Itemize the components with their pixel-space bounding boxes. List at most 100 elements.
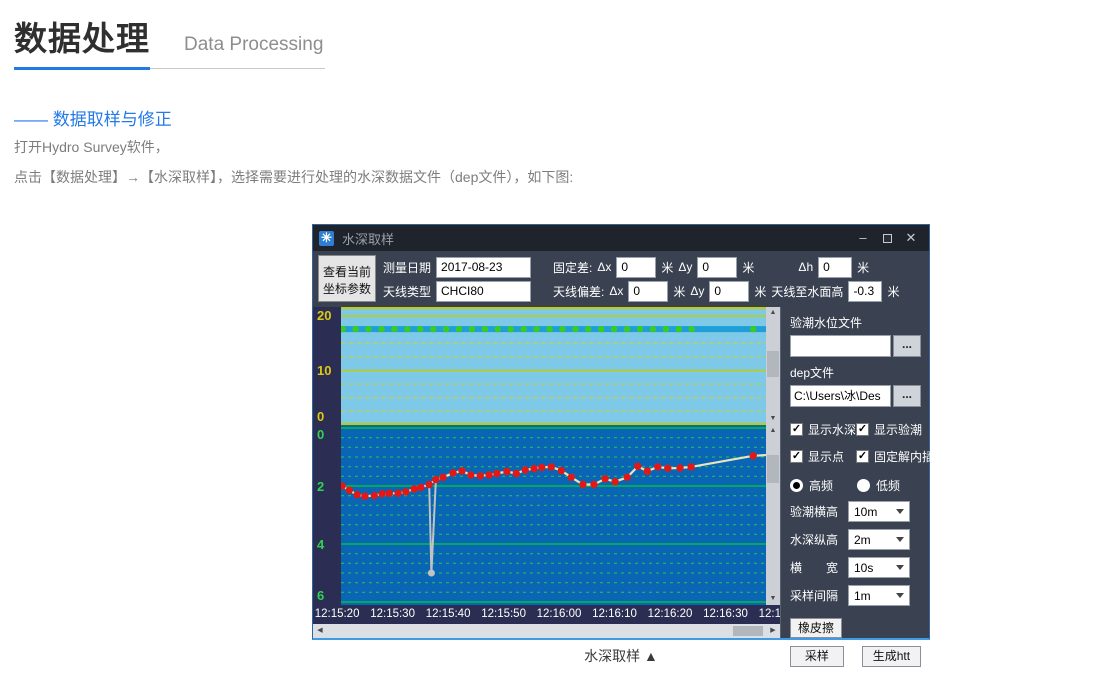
scroll-left-icon[interactable]: ◀ — [313, 624, 327, 638]
meter-label: 米 — [754, 283, 766, 300]
dep-file-input[interactable]: C:\Users\冰\Des — [790, 385, 891, 407]
antenna-dx-input[interactable]: 0 — [628, 281, 668, 302]
toolbar-fields: 测量日期 2017-08-23 固定差: Δx 0 米 Δy 0 米 Δh 0 … — [383, 255, 924, 303]
scroll-right-icon[interactable]: ▶ — [766, 624, 780, 638]
meter-label: 米 — [673, 283, 685, 300]
x-tick-label: 12:16:00 — [537, 608, 582, 620]
fixed-dy-input[interactable]: 0 — [697, 257, 737, 278]
checkbox-label: 显示验潮 — [874, 421, 922, 438]
tide-file-label: 验潮水位文件 — [790, 314, 921, 331]
tide-chart-plot[interactable] — [341, 307, 766, 425]
dep-file-browse-button[interactable]: ... — [893, 385, 921, 407]
checkbox-item[interactable]: ✓显示水深 — [790, 421, 856, 438]
tide-chart-row: 20100 ▲ ▼ — [313, 307, 780, 425]
scrollbar-thumb[interactable] — [767, 455, 779, 483]
antenna-type-input[interactable]: CHCI80 — [436, 281, 531, 302]
y-tick-label: 0 — [317, 409, 324, 424]
fixed-dx-input[interactable]: 0 — [616, 257, 656, 278]
dropdown-value: 10m — [854, 505, 877, 519]
checkbox-icon[interactable]: ✓ — [856, 423, 869, 436]
dropdown-label: 验潮横高 — [790, 503, 848, 520]
close-button[interactable]: ✕ — [899, 225, 923, 251]
dropdown-select[interactable]: 2m — [848, 529, 910, 550]
page: 数据处理Data Processing —— 数据取样与修正 打开Hydro S… — [0, 0, 1100, 675]
antenna-type-label: 天线类型 — [383, 283, 431, 300]
scroll-down-icon[interactable]: ▼ — [766, 593, 780, 605]
dep-file-label: dep文件 — [790, 364, 921, 381]
chevron-down-icon — [896, 509, 904, 514]
paragraph-1: 打开Hydro Survey软件， — [14, 137, 169, 157]
checkbox-item[interactable]: ✓ 显示验潮 — [856, 421, 934, 438]
x-tick-label: 12:16:10 — [592, 608, 637, 620]
dh-input[interactable]: 0 — [818, 257, 852, 278]
meter-label: 米 — [887, 283, 899, 300]
toolbar-row-2: 天线类型 CHCI80 天线偏差: Δx 0 米 Δy 0 米 天线至水面高 -… — [383, 280, 924, 302]
radio-label: 高频 — [809, 477, 833, 494]
tide-chart-vscrollbar[interactable]: ▲ ▼ — [766, 307, 780, 425]
minimize-button[interactable]: – — [851, 225, 875, 251]
depth-chart-row: 0246 ▲ ▼ — [313, 425, 780, 605]
dropdown-row: 验潮横高 10m — [790, 501, 921, 522]
tide-file-input[interactable] — [790, 335, 891, 357]
radio-icon[interactable] — [857, 479, 870, 492]
radio-label: 低频 — [876, 477, 900, 494]
y-tick-label: 6 — [317, 588, 324, 603]
x-tick-label: 12:16:20 — [648, 608, 693, 620]
date-input[interactable]: 2017-08-23 — [436, 257, 531, 278]
display-options: ✓显示水深✓显示验潮✓显示点✓固定解内插 — [790, 421, 921, 465]
title-underline — [14, 67, 325, 70]
meter-label: 米 — [742, 259, 754, 276]
app-window: ✳ 水深取样 – ✕ 查看当前 坐标参数 测量日期 2017-08-23 固定差… — [312, 224, 930, 640]
depth-chart-y-axis: 0246 — [313, 425, 341, 605]
antenna-offset-label: 天线偏差: — [553, 283, 604, 300]
chevron-down-icon — [896, 537, 904, 542]
radio-icon[interactable] — [790, 479, 803, 492]
radio-item[interactable]: 高频 — [790, 477, 833, 494]
dropdown-label: 横 宽 — [790, 559, 848, 576]
antenna-dy-input[interactable]: 0 — [709, 281, 749, 302]
scroll-down-icon[interactable]: ▼ — [766, 413, 780, 425]
scrollbar-thumb[interactable] — [767, 351, 779, 377]
depth-chart-plot[interactable] — [341, 425, 766, 605]
tide-file-row: ... — [790, 335, 921, 357]
eraser-button[interactable]: 橡皮擦 — [790, 618, 842, 638]
horizontal-scrollbar[interactable]: ◀ ▶ — [313, 624, 780, 638]
radio-item[interactable]: 低频 — [857, 477, 900, 494]
dropdown-value: 1m — [854, 589, 871, 603]
figure-caption: 水深取样 ▲ — [312, 646, 930, 666]
title-underline-track — [150, 68, 325, 69]
dropdown-select[interactable]: 10s — [848, 557, 910, 578]
checkbox-icon[interactable]: ✓ — [790, 450, 803, 463]
y-tick-label: 0 — [317, 427, 324, 442]
dropdown-label: 采样间隔 — [790, 587, 848, 604]
window-titlebar[interactable]: ✳ 水深取样 – ✕ — [313, 225, 929, 251]
view-coord-params-button[interactable]: 查看当前 坐标参数 — [318, 255, 376, 302]
x-tick-label: 12:15:30 — [370, 608, 415, 620]
tide-file-browse-button[interactable]: ... — [893, 335, 921, 357]
checkbox-item[interactable]: ✓显示点 — [790, 448, 856, 465]
checkbox-icon[interactable]: ✓ — [856, 450, 869, 463]
meter-label: 米 — [857, 259, 869, 276]
paragraph-2: 点击【数据处理】→【水深取样】，选择需要进行处理的水深数据文件（dep文件），如… — [14, 167, 573, 187]
tide-chart-y-axis: 20100 — [313, 307, 341, 425]
page-title: 数据处理 — [14, 12, 150, 60]
scale-dropdowns: 验潮横高10m水深纵高2m横 宽10s采样间隔1m — [790, 501, 921, 606]
antenna-height-input[interactable]: -0.3 — [848, 281, 882, 302]
dropdown-select[interactable]: 1m — [848, 585, 910, 606]
date-label: 测量日期 — [383, 259, 431, 276]
scrollbar-thumb[interactable] — [733, 626, 763, 636]
y-tick-label: 20 — [317, 308, 331, 323]
page-subtitle: Data Processing — [184, 34, 323, 55]
scroll-up-icon[interactable]: ▲ — [766, 307, 780, 319]
depth-chart-vscrollbar[interactable]: ▲ ▼ — [766, 425, 780, 605]
maximize-button[interactable] — [875, 225, 899, 251]
app-icon: ✳ — [319, 231, 334, 246]
toolbar-row-1: 测量日期 2017-08-23 固定差: Δx 0 米 Δy 0 米 Δh 0 … — [383, 256, 924, 278]
scroll-up-icon[interactable]: ▲ — [766, 425, 780, 437]
checkbox-item[interactable]: ✓固定解内插 — [856, 448, 934, 465]
fixed-diff-label: 固定差: — [553, 259, 592, 276]
checkbox-icon[interactable]: ✓ — [790, 423, 803, 436]
dy-label: Δy — [690, 284, 704, 298]
x-tick-label: 12:16:30 — [703, 608, 748, 620]
dropdown-select[interactable]: 10m — [848, 501, 910, 522]
